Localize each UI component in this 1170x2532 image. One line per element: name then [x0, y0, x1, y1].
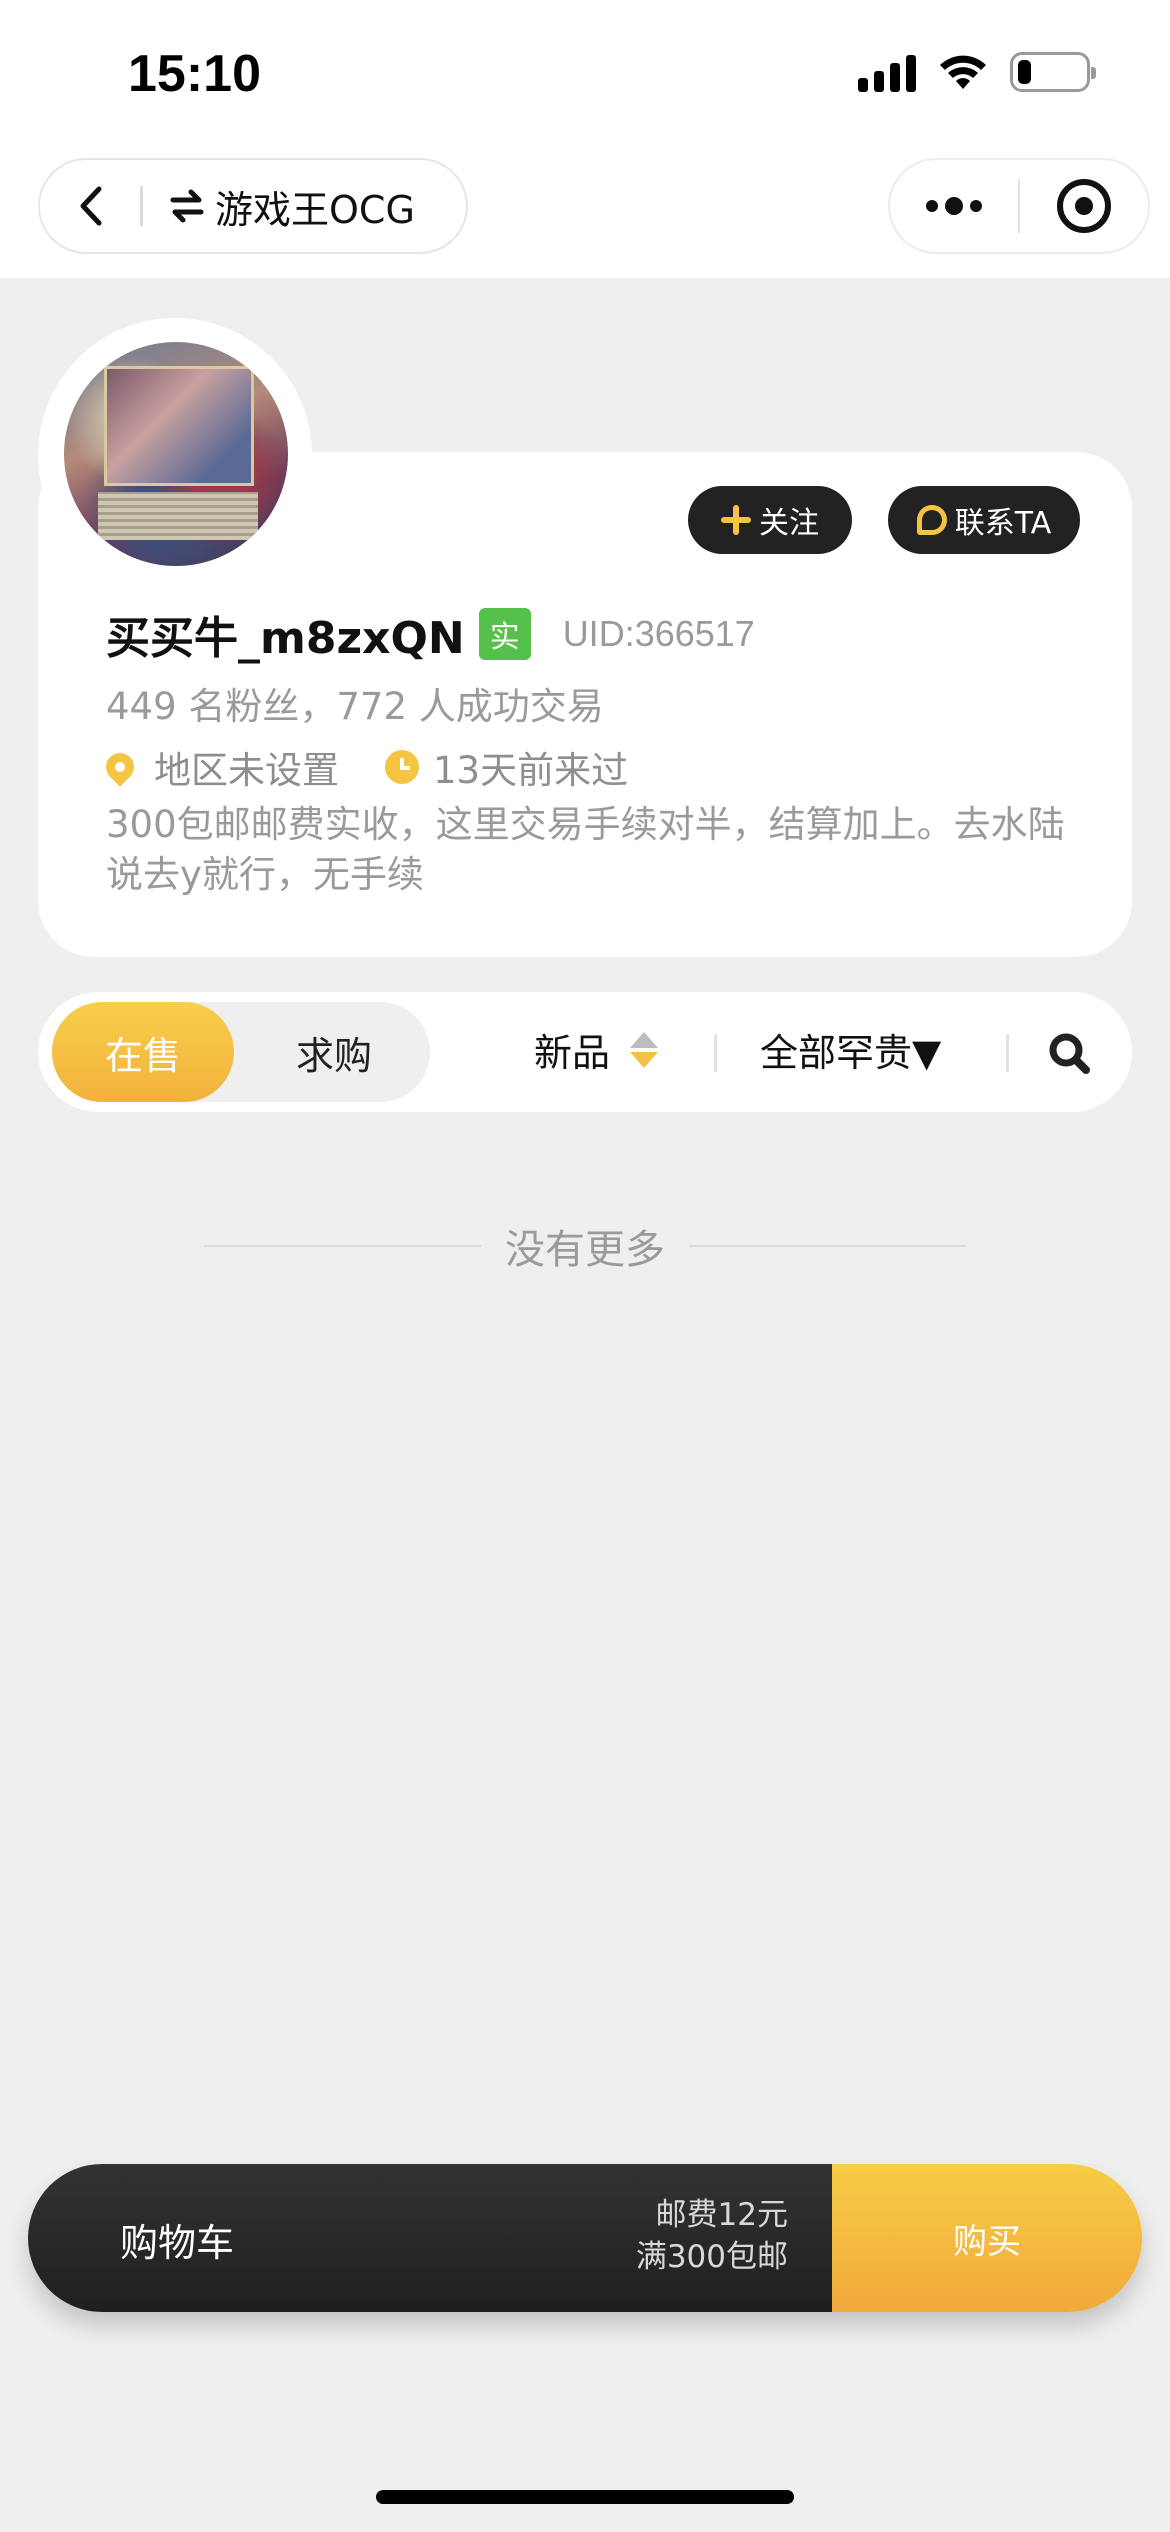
sort-arrows-icon: [630, 1031, 659, 1068]
avatar[interactable]: [64, 342, 288, 566]
user-uid: UID:366517: [562, 613, 755, 654]
status-icons: [858, 52, 1096, 92]
last-seen-text: 13天前来过: [433, 749, 629, 792]
more-dots-icon: [926, 197, 982, 215]
miniprogram-capsule: [888, 158, 1150, 254]
verified-badge: 实: [478, 608, 531, 660]
listing-type-toggle: 在售 求购: [52, 1002, 430, 1102]
contact-button[interactable]: 联系TA: [888, 486, 1080, 554]
plus-icon: [721, 505, 751, 535]
cart-bar: 购物车 邮费12元 满300包邮 购买: [28, 2164, 1142, 2312]
swap-icon: [170, 189, 204, 223]
location-pin-icon: [100, 747, 140, 787]
no-more-indicator: 没有更多: [204, 1218, 966, 1274]
sort-new-button[interactable]: 新品: [534, 1022, 659, 1077]
username: 买买牛_m8zxQN: [106, 613, 465, 664]
status-bar: 15:10: [0, 0, 1170, 150]
target-icon: [1056, 179, 1111, 233]
search-icon: [1049, 1033, 1090, 1074]
back-button[interactable]: [40, 158, 140, 254]
follow-label: 关注: [759, 506, 819, 541]
home-indicator[interactable]: [376, 2490, 794, 2504]
chat-icon: [916, 505, 947, 535]
avatar-card-text: [98, 492, 258, 540]
region-text: 地区未设置: [154, 749, 339, 792]
username-row: 买买牛_m8zxQN 实 UID:366517: [106, 602, 755, 666]
buy-button[interactable]: 购买: [832, 2164, 1142, 2312]
filter-divider: [1006, 1034, 1009, 1072]
shipping-fee: 邮费12元: [655, 2197, 788, 2233]
battery-icon: [1010, 52, 1096, 92]
chevron-left-icon: [80, 186, 102, 226]
filter-bar: 在售 求购 新品 全部罕贵▼: [38, 992, 1132, 1112]
free-shipping-threshold: 满300包邮: [635, 2239, 788, 2275]
wifi-icon: [940, 55, 986, 89]
signal-icon: [858, 52, 916, 92]
user-bio: 300包邮邮费实收，这里交易手续对半，结算加上。去水陆说去y就行，无手续: [106, 803, 1065, 896]
tab-buying[interactable]: 求购: [244, 1002, 424, 1102]
status-time: 15:10: [128, 45, 261, 103]
nav-pill: 游戏王OCG: [38, 158, 468, 254]
shipping-info: 邮费12元 满300包邮: [636, 2194, 788, 2278]
no-more-text: 没有更多: [505, 1227, 665, 1273]
contact-label: 联系TA: [954, 506, 1052, 541]
switch-app-button[interactable]: 游戏王OCG: [143, 179, 415, 234]
user-stats: 449 名粉丝，772 人成功交易: [106, 685, 604, 728]
nav-bar: 游戏王OCG: [0, 150, 1170, 278]
search-button[interactable]: [1046, 1030, 1094, 1078]
cart-label: 购物车: [120, 2221, 235, 2265]
rarity-dropdown[interactable]: 全部罕贵▼: [760, 1022, 941, 1077]
divider-line: [689, 1245, 966, 1247]
tab-selling[interactable]: 在售: [52, 1002, 234, 1102]
user-meta: 地区未设置 13天前来过: [100, 740, 629, 794]
filter-divider: [714, 1034, 717, 1072]
avatar-card-art: [104, 366, 254, 486]
more-button[interactable]: [890, 158, 1018, 254]
cart-button[interactable]: 购物车 邮费12元 满300包邮: [28, 2164, 832, 2312]
follow-button[interactable]: 关注: [688, 486, 852, 554]
clock-icon: [385, 750, 419, 784]
app-title: 游戏王OCG: [215, 187, 415, 232]
sort-label: 新品: [534, 1031, 611, 1075]
divider-line: [204, 1245, 481, 1247]
close-miniprogram-button[interactable]: [1020, 158, 1148, 254]
